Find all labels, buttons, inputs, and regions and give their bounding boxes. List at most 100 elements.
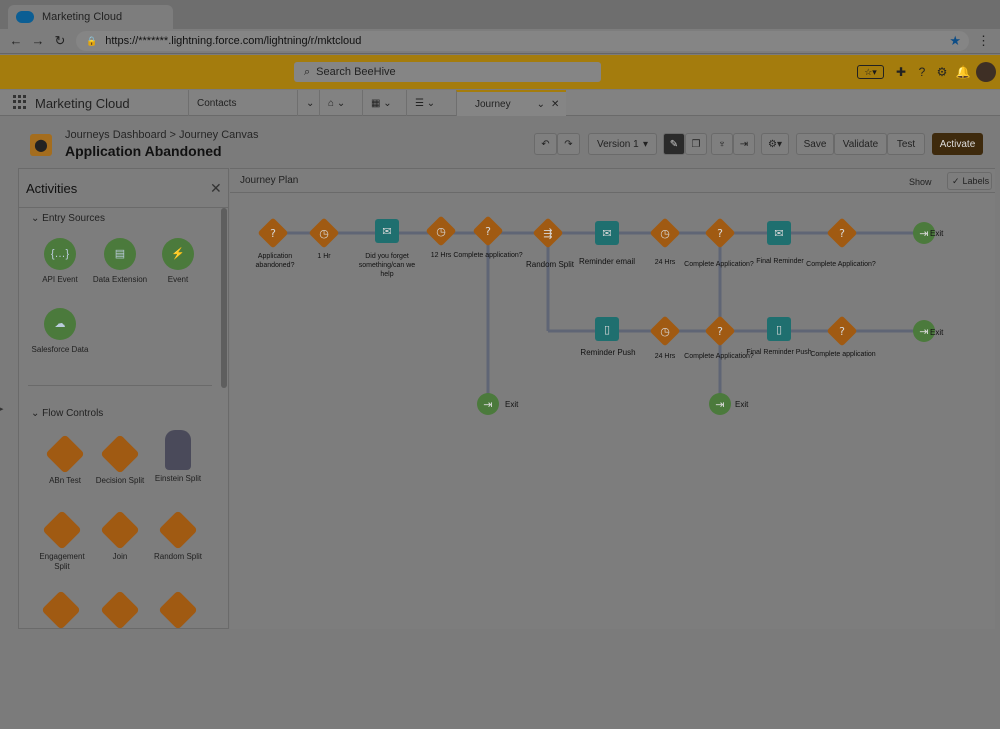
edit-pencil-icon[interactable]: ✎ xyxy=(663,133,685,155)
journey-node-email[interactable]: ✉ xyxy=(595,221,619,245)
favorites-icon[interactable]: ☆▾ xyxy=(857,65,884,79)
journey-node-split[interactable]: ⇶ xyxy=(532,217,563,248)
node-glyph-icon: ✉ xyxy=(602,227,611,240)
salesforce-cloud-icon: ☁ xyxy=(44,308,76,340)
close-icon[interactable]: ✕ xyxy=(210,180,222,197)
browser-menu-icon[interactable]: ⋮ xyxy=(977,33,990,49)
node-label: Complete application xyxy=(810,351,876,358)
journey-node-decision[interactable]: ? xyxy=(257,217,288,248)
node-label: Complete Application? xyxy=(806,261,876,268)
search-placeholder: Search BeeHive xyxy=(316,66,396,78)
calendar-icon[interactable]: ▦ ⌄ xyxy=(362,90,406,116)
global-search-input[interactable]: ⌕ Search BeeHive xyxy=(294,62,601,82)
journey-node-email[interactable]: ✉ xyxy=(767,221,791,245)
journey-node-wait[interactable]: ◷ xyxy=(649,217,680,248)
validate-button[interactable]: Validate xyxy=(834,133,887,155)
activity-label: API Event xyxy=(42,275,78,284)
gear-icon[interactable]: ⚙ xyxy=(934,64,950,80)
journey-node-wait[interactable]: ◷ xyxy=(649,315,680,346)
page-footer-area xyxy=(0,630,1000,729)
wait-by-attribute-icon[interactable] xyxy=(41,590,81,630)
breadcrumb[interactable]: Journeys Dashboard > Journey Canvas xyxy=(65,129,259,141)
address-bar[interactable]: 🔒 https://*******.lightning.force.com/li… xyxy=(76,31,969,51)
node-glyph-icon: ▯ xyxy=(776,323,782,336)
redo-icon[interactable]: ↷ xyxy=(557,133,580,155)
panel-toggle-icon[interactable]: ▸ xyxy=(0,405,4,413)
activity-data-extension[interactable]: ▤ Data Extension xyxy=(90,238,150,285)
reload-icon[interactable]: ↻ xyxy=(52,33,68,49)
version-select[interactable]: Version 1 ▾ xyxy=(588,133,657,155)
trophy-icon[interactable]: ♆ xyxy=(711,133,733,155)
copy-icon[interactable]: ❐ xyxy=(685,133,707,155)
activity-einstein-split[interactable]: Einstein Split xyxy=(148,430,208,484)
settings-gear-icon[interactable]: ⚙▾ xyxy=(761,133,789,155)
divider xyxy=(28,385,212,386)
journey-node-decision[interactable]: ? xyxy=(472,215,503,246)
bookmark-star-icon[interactable]: ★ xyxy=(949,33,961,49)
activities-scrollbar[interactable] xyxy=(221,208,227,388)
close-icon[interactable]: ✕ xyxy=(551,99,559,110)
node-glyph-icon: ✉ xyxy=(774,227,783,240)
app-name: Marketing Cloud xyxy=(35,96,130,111)
page-title: Application Abandoned xyxy=(65,143,222,159)
activity-random-split[interactable]: Random Split xyxy=(148,510,208,562)
node-label: Exit xyxy=(930,229,944,238)
task-list-icon[interactable]: ☰ ⌄ xyxy=(406,90,456,116)
journey-node-decision[interactable]: ? xyxy=(826,315,857,346)
journey-node-exit[interactable]: ⇥ xyxy=(477,393,499,415)
random-split-icon xyxy=(158,510,198,550)
wait-by-event-icon[interactable] xyxy=(158,590,198,630)
caret-down-icon: ▾ xyxy=(642,138,648,150)
data-extension-icon: ▤ xyxy=(104,238,136,270)
node-label: Complete application? xyxy=(453,252,523,259)
activity-engagement-split[interactable]: Engagement Split xyxy=(32,510,92,572)
labels-toggle[interactable]: ✓ Labels xyxy=(947,172,992,190)
journey-node-wait[interactable]: ◷ xyxy=(308,217,339,248)
journey-node-decision[interactable]: ? xyxy=(704,217,735,248)
entry-sources-header[interactable]: ⌄ Entry Sources xyxy=(31,213,105,224)
avatar[interactable] xyxy=(976,62,996,82)
exit-criteria-icon[interactable]: ⇥ xyxy=(733,133,755,155)
activities-title: Activities xyxy=(26,181,78,196)
home-icon[interactable]: ⌂ ⌄ xyxy=(319,90,362,116)
journey-node-exit[interactable]: ⇥ xyxy=(709,393,731,415)
node-glyph-icon: ? xyxy=(839,325,845,338)
tab-journey[interactable]: Journey ⌄ ✕ xyxy=(456,90,566,116)
app-launcher-icon[interactable] xyxy=(13,95,27,109)
bell-icon[interactable]: 🔔 xyxy=(955,64,971,80)
activity-event[interactable]: ⚡ Event xyxy=(148,238,208,285)
node-glyph-icon: ⇥ xyxy=(919,227,928,240)
test-button[interactable]: Test xyxy=(887,133,925,155)
wait-icon[interactable] xyxy=(100,590,140,630)
journey-node-push[interactable]: ▯ xyxy=(595,317,619,341)
add-icon[interactable]: ✚ xyxy=(893,64,909,80)
nav-item-contacts[interactable]: Contacts xyxy=(188,90,297,116)
undo-icon[interactable]: ↶ xyxy=(534,133,557,155)
activity-label: ABn Test xyxy=(49,476,81,485)
chevron-down-icon[interactable]: ⌄ xyxy=(297,90,319,116)
activity-abn-test[interactable]: ABn Test xyxy=(35,434,95,486)
journey-node-wait[interactable]: ◷ xyxy=(425,215,456,246)
browser-tab[interactable]: Marketing Cloud xyxy=(8,5,173,29)
chevron-down-icon[interactable]: ⌄ xyxy=(537,99,545,110)
journey-node-push[interactable]: ▯ xyxy=(767,317,791,341)
journey-node-email[interactable]: ✉ xyxy=(375,219,399,243)
journey-node-decision[interactable]: ? xyxy=(826,217,857,248)
help-icon[interactable]: ? xyxy=(914,64,930,80)
node-glyph-icon: ◷ xyxy=(660,325,670,338)
forward-arrow-icon[interactable]: → xyxy=(30,33,46,48)
activity-decision-split[interactable]: Decision Split xyxy=(90,434,150,486)
back-arrow-icon[interactable]: ← xyxy=(8,33,24,48)
activate-button[interactable]: Activate xyxy=(932,133,983,155)
save-button[interactable]: Save xyxy=(796,133,834,155)
flow-controls-header[interactable]: ⌄ Flow Controls xyxy=(31,408,103,419)
node-glyph-icon: ✉ xyxy=(382,225,391,238)
node-glyph-icon: ◷ xyxy=(660,227,670,240)
divider xyxy=(19,207,228,208)
canvas-title: Journey Plan xyxy=(240,175,299,186)
activity-salesforce-data[interactable]: ☁ Salesforce Data xyxy=(30,308,90,355)
labels-toggle-label: Labels xyxy=(962,176,990,186)
activity-join[interactable]: Join xyxy=(90,510,150,562)
journey-node-decision[interactable]: ? xyxy=(704,315,735,346)
activity-api-event[interactable]: {…} API Event xyxy=(30,238,90,285)
